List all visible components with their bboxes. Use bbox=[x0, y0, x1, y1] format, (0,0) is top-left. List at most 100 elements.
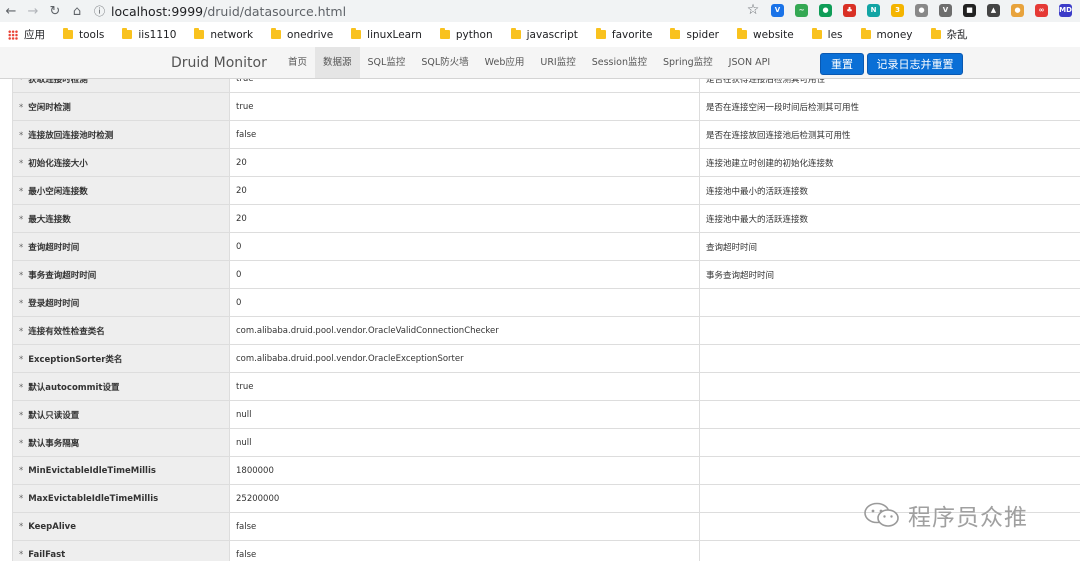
tab-6[interactable]: Session监控 bbox=[584, 47, 655, 78]
row-description bbox=[699, 540, 1080, 561]
bookmark-2[interactable]: iis1110 bbox=[122, 28, 176, 41]
dot-ext-icon[interactable]: ● bbox=[915, 3, 928, 17]
tab-3[interactable]: SQL防火墙 bbox=[413, 47, 476, 78]
row-description bbox=[699, 456, 1080, 485]
watermark: 程序员众推 bbox=[862, 498, 1028, 532]
home-icon[interactable]: ⌂ bbox=[66, 0, 88, 22]
tab-0[interactable]: 首页 bbox=[280, 47, 315, 78]
hat-ext-icon[interactable]: ▲ bbox=[987, 3, 1000, 17]
vee-ext-icon[interactable]: V bbox=[939, 3, 952, 17]
table-row: * MinEvictableIdleTimeMillis 1800000 bbox=[12, 456, 1080, 485]
row-marker: * bbox=[19, 410, 24, 421]
row-marker: * bbox=[19, 242, 24, 253]
row-description: 是否在连接放回连接池后检测其可用性 bbox=[699, 120, 1080, 149]
bookmark-label: money bbox=[876, 28, 913, 41]
tab-2[interactable]: SQL监控 bbox=[360, 47, 414, 78]
reset-button[interactable]: 重置 bbox=[820, 53, 864, 75]
row-value: true bbox=[229, 92, 700, 121]
red-ext-icon[interactable]: ♣ bbox=[843, 3, 856, 17]
log-and-reset-button[interactable]: 记录日志并重置 bbox=[867, 53, 963, 75]
row-description bbox=[699, 372, 1080, 401]
row-value: false bbox=[229, 120, 700, 149]
row-value: 20 bbox=[229, 148, 700, 177]
folder-icon bbox=[194, 28, 205, 39]
row-description: 事务查询超时时间 bbox=[699, 260, 1080, 289]
tab-5[interactable]: URI监控 bbox=[532, 47, 583, 78]
druid-navbar: Druid Monitor 首页 数据源 SQL监控 SQL防火墙 Web应用 URI监控… bbox=[0, 47, 1080, 79]
green-circle-ext-icon[interactable]: ● bbox=[819, 3, 832, 17]
bookmark-12[interactable]: money bbox=[860, 28, 913, 41]
row-description bbox=[699, 316, 1080, 345]
bookmark-10[interactable]: website bbox=[736, 28, 794, 41]
back-icon[interactable]: ← bbox=[0, 0, 22, 22]
row-marker: * bbox=[19, 130, 24, 141]
row-key: * ExceptionSorter类名 bbox=[12, 344, 230, 373]
bookmark-11[interactable]: les bbox=[811, 28, 843, 41]
tab-1[interactable]: 数据源 bbox=[315, 47, 360, 78]
row-key: * 事务查询超时时间 bbox=[12, 260, 230, 289]
row-description bbox=[699, 428, 1080, 457]
n-ext-icon[interactable]: N bbox=[867, 3, 880, 17]
row-description bbox=[699, 344, 1080, 373]
row-value: null bbox=[229, 428, 700, 457]
folder-icon bbox=[439, 28, 450, 39]
bookmark-9[interactable]: spider bbox=[670, 28, 719, 41]
cookie-ext-icon[interactable]: ● bbox=[1011, 3, 1024, 17]
folder-icon bbox=[811, 28, 822, 39]
bookmark-7[interactable]: javascript bbox=[510, 28, 578, 41]
media-ext-icon[interactable]: ∞ bbox=[1035, 3, 1048, 17]
bookmark-label: 应用 bbox=[24, 29, 45, 41]
row-description: 是否在连接空闲一段时间后检测其可用性 bbox=[699, 92, 1080, 121]
reload-icon[interactable]: ↻ bbox=[44, 0, 66, 22]
row-key: * 登录超时时间 bbox=[12, 288, 230, 317]
row-description bbox=[699, 288, 1080, 317]
wave-ext-icon[interactable]: ~ bbox=[795, 3, 808, 17]
row-description: 连接池中最小的活跃连接数 bbox=[699, 176, 1080, 205]
folder-icon bbox=[351, 28, 362, 39]
bookmark-apps[interactable]: 应用 bbox=[8, 27, 45, 42]
datasource-table-wrap: * 获取连接时检测true是否在获得连接后检测其可用性* 空闲时检测true是否… bbox=[12, 79, 1080, 561]
table-row: * 登录超时时间 0 bbox=[12, 288, 1080, 317]
row-key: * 连接有效性检查类名 bbox=[12, 316, 230, 345]
folder-icon bbox=[63, 28, 73, 39]
badge-ext-icon[interactable]: 3 bbox=[891, 3, 904, 17]
bookmark-8[interactable]: favorite bbox=[595, 28, 652, 41]
info-icon[interactable]: ⓘ bbox=[94, 3, 105, 19]
bookmark-label: website bbox=[752, 28, 794, 41]
row-value: com.alibaba.druid.pool.vendor.OracleVali… bbox=[229, 316, 700, 345]
row-description: 是否在获得连接后检测其可用性 bbox=[699, 79, 1080, 93]
bookmark-label: spider bbox=[686, 28, 719, 41]
folder-icon bbox=[670, 28, 681, 39]
row-key: * 最大连接数 bbox=[12, 204, 230, 233]
bookmark-3[interactable]: network bbox=[194, 28, 253, 41]
tab-4[interactable]: Web应用 bbox=[477, 47, 533, 78]
bookmark-6[interactable]: python bbox=[439, 28, 493, 41]
row-key: * 默认事务隔离 bbox=[12, 428, 230, 457]
tab-7[interactable]: Spring监控 bbox=[655, 47, 721, 78]
bookmark-1[interactable]: tools bbox=[63, 28, 104, 41]
row-marker: * bbox=[19, 326, 24, 337]
tab-8[interactable]: JSON API bbox=[721, 47, 778, 78]
table-row: * 获取连接时检测true是否在获得连接后检测其可用性 bbox=[12, 79, 1080, 93]
md-ext-icon[interactable]: MD bbox=[1059, 3, 1072, 17]
folder-icon bbox=[860, 28, 871, 39]
row-key: * FailFast bbox=[12, 540, 230, 561]
browser-toolbar: ← → ↻ ⌂ ⓘ localhost:9999/druid/datasourc… bbox=[0, 0, 1080, 22]
folder-icon bbox=[122, 28, 133, 39]
bookmark-5[interactable]: linuxLearn bbox=[351, 28, 422, 41]
brand-title[interactable]: Druid Monitor bbox=[171, 55, 267, 71]
forward-icon[interactable]: → bbox=[22, 0, 44, 22]
table-row: * 空闲时检测 true 是否在连接空闲一段时间后检测其可用性 bbox=[12, 92, 1080, 121]
wechat-logo-icon bbox=[864, 502, 899, 527]
folder-icon bbox=[510, 28, 521, 39]
v-ext-icon[interactable]: V bbox=[771, 3, 784, 17]
row-value: null bbox=[229, 400, 700, 429]
bookmark-4[interactable]: onedrive bbox=[271, 28, 333, 41]
dark-ext-icon[interactable]: ■ bbox=[963, 3, 976, 17]
bookmarks-bar: 应用 tools iis1110 network onedrive linuxLearn p… bbox=[0, 22, 1080, 48]
row-marker: * bbox=[19, 382, 24, 393]
bookmark-13[interactable]: 杂乱 bbox=[930, 27, 968, 42]
bookmark-star-icon[interactable]: ☆ bbox=[746, 2, 760, 18]
watermark-text: 程序员众推 bbox=[908, 505, 1028, 531]
address-bar[interactable]: ⓘ localhost:9999/druid/datasource.html bbox=[94, 3, 346, 19]
